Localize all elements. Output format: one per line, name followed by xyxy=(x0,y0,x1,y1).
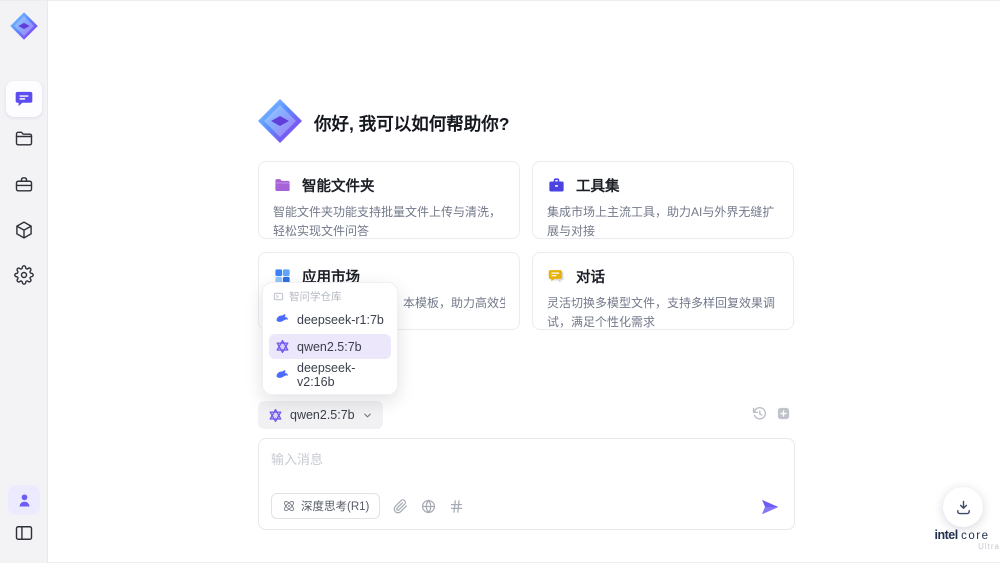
card-title: 对话 xyxy=(576,270,605,286)
deep-think-toggle[interactable]: 深度思考(R1) xyxy=(271,493,381,519)
download-button[interactable] xyxy=(943,487,983,527)
card-dialogue[interactable]: 对话 灵活切换多模型文件，支持多样回复效果调试，满足个性化需求 xyxy=(532,252,794,330)
card-desc: 本模板，助力高效生成多 xyxy=(403,296,505,310)
model-option-label: deepseek-v2:16b xyxy=(297,361,356,389)
model-dropdown: 智问学仓库 deepseek-r1:7b qwen2.5:7b deepseek… xyxy=(262,282,398,395)
send-icon[interactable] xyxy=(760,497,780,517)
app-window: 你好, 我可以如何帮助你? 智能文件夹 智能文件夹功能支持批量文件上传与清洗，轻… xyxy=(0,0,1000,563)
folder-purple-icon xyxy=(275,179,290,192)
core-wordmark: core xyxy=(961,530,990,542)
hashtag-icon[interactable] xyxy=(449,499,464,514)
gear-icon xyxy=(14,265,34,285)
sidebar-item-toolbox[interactable] xyxy=(0,175,48,195)
sidebar-item-settings[interactable] xyxy=(0,265,48,285)
model-selector[interactable]: qwen2.5:7b xyxy=(258,401,383,429)
card-desc: 灵活切换多模型文件，支持多样回复效果调试，满足个性化需求 xyxy=(547,296,776,329)
card-desc: 智能文件夹功能支持批量文件上传与清洗，轻松实现文件问答 xyxy=(273,205,502,238)
intel-sub-label: Ultra xyxy=(978,542,1000,551)
cube-icon xyxy=(16,221,32,239)
briefcase-icon xyxy=(15,177,33,192)
app-logo-icon xyxy=(10,12,38,40)
attachment-icon[interactable] xyxy=(393,498,408,514)
card-smart-folder[interactable]: 智能文件夹 智能文件夹功能支持批量文件上传与清洗，轻松实现文件问答 xyxy=(258,161,520,239)
sidebar-item-panel-toggle[interactable] xyxy=(0,523,48,543)
card-toolset[interactable]: 工具集 集成市场上主流工具，助力AI与外界无缝扩展与对接 xyxy=(532,161,794,239)
qwen-icon xyxy=(276,340,289,354)
history-icon[interactable] xyxy=(752,406,767,421)
message-composer: 深度思考(R1) xyxy=(258,438,795,530)
sidebar-item-apps[interactable] xyxy=(0,220,48,240)
folder-icon xyxy=(15,131,33,146)
download-icon xyxy=(956,500,970,514)
model-option-label: qwen2.5:7b xyxy=(297,339,362,354)
repo-icon xyxy=(273,293,284,301)
model-option-qwen[interactable]: qwen2.5:7b xyxy=(269,334,391,359)
model-dropdown-header-label: 智问学仓库 xyxy=(289,291,342,304)
card-desc: 集成市场上主流工具，助力AI与外界无缝扩展与对接 xyxy=(547,205,775,238)
model-option-deepseek-v2[interactable]: deepseek-v2:16b xyxy=(269,361,391,389)
message-input[interactable] xyxy=(271,449,711,489)
model-selector-label: qwen2.5:7b xyxy=(290,408,355,422)
sidebar xyxy=(0,1,48,563)
page-title: 你好, 我可以如何帮助你? xyxy=(314,114,510,134)
chevron-down-icon xyxy=(363,413,371,417)
panel-toggle-icon xyxy=(15,526,33,540)
chat-icon xyxy=(15,91,33,107)
briefcase-indigo-icon xyxy=(549,178,564,192)
card-title: 工具集 xyxy=(576,179,620,195)
deepseek-whale-icon xyxy=(276,314,289,323)
qwen-icon xyxy=(269,408,282,422)
globe-icon[interactable] xyxy=(421,499,436,514)
model-dropdown-header: 智问学仓库 xyxy=(269,288,391,306)
app-logo-icon xyxy=(258,99,302,143)
chat-yellow-icon xyxy=(548,270,564,283)
model-option-label: deepseek-r1:7b xyxy=(297,312,384,327)
intel-core-badge: intel core xyxy=(922,528,1000,542)
sidebar-item-user[interactable] xyxy=(8,485,40,515)
deepseek-whale-icon xyxy=(276,369,289,378)
deep-think-label: 深度思考(R1) xyxy=(301,501,370,513)
card-title: 智能文件夹 xyxy=(302,179,375,195)
user-icon xyxy=(19,493,29,507)
new-chat-icon[interactable] xyxy=(776,406,791,421)
intel-wordmark: intel xyxy=(934,528,958,542)
atom-icon xyxy=(284,501,294,511)
sidebar-item-chat[interactable] xyxy=(6,81,42,117)
model-option-deepseek-r1[interactable]: deepseek-r1:7b xyxy=(269,308,391,333)
sidebar-item-folders[interactable] xyxy=(0,129,48,149)
